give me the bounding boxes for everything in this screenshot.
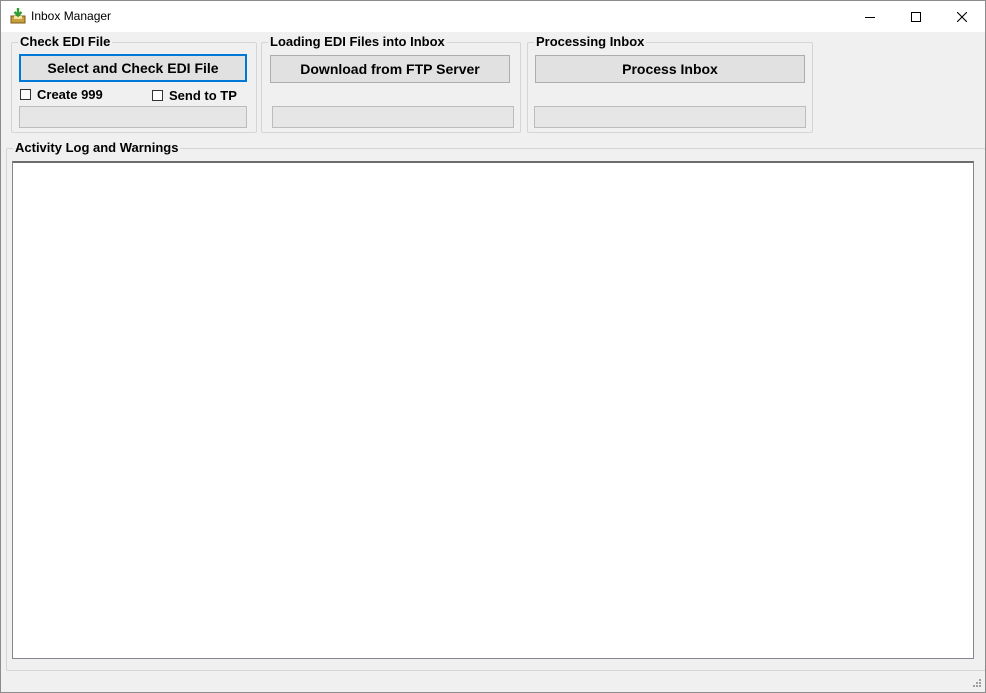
download-ftp-button[interactable]: Download from FTP Server	[270, 55, 510, 83]
activity-log-legend: Activity Log and Warnings	[15, 140, 179, 155]
send-to-tp-checkbox[interactable]: Send to TP	[152, 87, 237, 103]
process-inbox-button[interactable]: Process Inbox	[535, 55, 805, 83]
loading-edi-legend: Loading EDI Files into Inbox	[270, 34, 445, 49]
inbox-manager-window: Inbox Manager Check EDI File Select and …	[0, 0, 986, 693]
inbox-download-icon	[9, 7, 27, 25]
title-bar[interactable]: Inbox Manager	[1, 1, 985, 32]
minimize-icon	[865, 12, 875, 22]
window-title: Inbox Manager	[31, 9, 112, 23]
send-to-tp-checkbox-box[interactable]	[152, 89, 163, 101]
processing-inbox-legend: Processing Inbox	[536, 34, 645, 49]
check-edi-legend: Check EDI File	[20, 34, 111, 49]
select-check-edi-button[interactable]: Select and Check EDI File	[19, 54, 247, 82]
loading-progress-bar	[272, 106, 514, 128]
maximize-icon	[911, 11, 921, 22]
send-to-tp-label: Send to TP	[169, 87, 237, 103]
create-999-checkbox-box[interactable]	[20, 88, 31, 100]
create-999-label: Create 999	[37, 86, 103, 102]
close-button[interactable]	[939, 1, 985, 32]
check-edi-progress-bar	[19, 106, 247, 128]
processing-progress-bar	[534, 106, 806, 128]
resize-grip-icon[interactable]	[969, 677, 983, 691]
minimize-button[interactable]	[847, 1, 893, 32]
close-icon	[957, 11, 967, 22]
maximize-button[interactable]	[893, 1, 939, 32]
create-999-checkbox[interactable]: Create 999	[20, 86, 103, 102]
activity-log-textbox[interactable]	[12, 161, 974, 659]
